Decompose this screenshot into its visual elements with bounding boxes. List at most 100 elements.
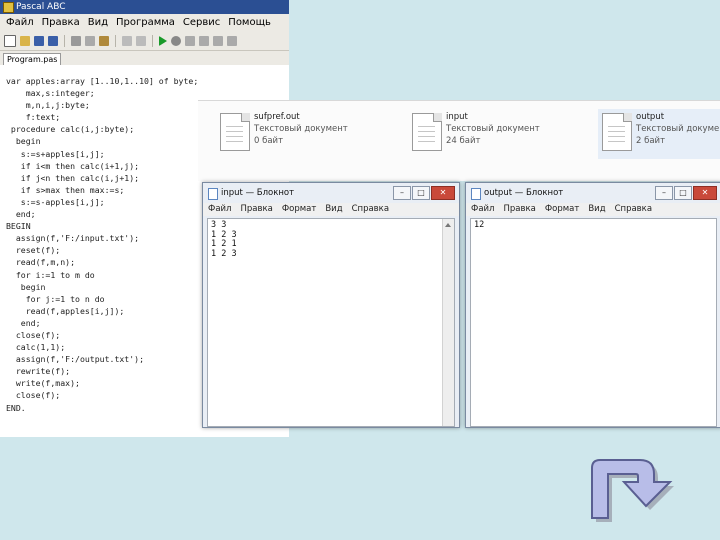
- copy-icon[interactable]: [85, 36, 95, 46]
- notepad-text-area[interactable]: 3 3 1 2 3 1 2 1 1 2 3: [207, 218, 455, 427]
- menu-help[interactable]: Справка: [615, 203, 652, 216]
- menu-edit[interactable]: Правка: [42, 14, 80, 32]
- file-type: Текстовый документ: [446, 124, 540, 134]
- maximize-button[interactable]: □: [674, 186, 692, 200]
- code-line: close(f);: [6, 390, 61, 401]
- code-line: for i:=1 to m do: [6, 269, 95, 280]
- file-size: 0 байт: [254, 136, 284, 146]
- close-button[interactable]: ✕: [693, 186, 717, 200]
- menu-help[interactable]: Справка: [352, 203, 389, 216]
- save-icon[interactable]: [34, 36, 44, 46]
- file-item-input[interactable]: input Текстовый документ 24 байт: [412, 109, 572, 159]
- code-line: read(f,m,n);: [6, 257, 76, 268]
- notepad-content: 3 3 1 2 3 1 2 1 1 2 3: [211, 220, 237, 259]
- code-line: write(f,max);: [6, 378, 80, 389]
- save-all-icon[interactable]: [48, 36, 58, 46]
- close-button[interactable]: ✕: [431, 186, 455, 200]
- menu-edit[interactable]: Правка: [240, 203, 272, 216]
- notepad-output-window: output — Блокнот – □ ✕ Файл Правка Форма…: [465, 182, 720, 428]
- run-icon[interactable]: [159, 36, 167, 46]
- notepad-input-window: input — Блокнот – □ ✕ Файл Правка Формат…: [202, 182, 460, 428]
- code-line: if j<n then calc(i,j+1);: [6, 172, 140, 183]
- code-line: calc(1,1);: [6, 342, 66, 353]
- maximize-button[interactable]: □: [412, 186, 430, 200]
- menu-program[interactable]: Программа: [116, 14, 175, 32]
- text-document-icon: [602, 113, 632, 151]
- code-line: assign(f,'F:/input.txt');: [6, 233, 140, 244]
- toolbar-separator: [64, 35, 65, 47]
- paste-icon[interactable]: [99, 36, 109, 46]
- toolbar-separator: [115, 35, 116, 47]
- notepad-text-area[interactable]: 12: [470, 218, 717, 427]
- menu-file[interactable]: Файл: [208, 203, 231, 216]
- menu-view[interactable]: Вид: [325, 203, 342, 216]
- stop-icon[interactable]: [171, 36, 181, 46]
- code-line: s:=s-apples[i,j];: [6, 196, 105, 207]
- debug-icon[interactable]: [227, 36, 237, 46]
- menu-view[interactable]: Вид: [588, 203, 605, 216]
- code-line: max,s:integer;: [6, 88, 95, 99]
- new-file-icon[interactable]: [4, 35, 16, 47]
- code-line: BEGIN: [6, 221, 31, 232]
- ide-menu-bar: Файл Правка Вид Программа Сервис Помощь: [0, 14, 289, 32]
- code-line: begin: [6, 136, 41, 147]
- minimize-button[interactable]: –: [393, 186, 411, 200]
- code-line: reset(f);: [6, 245, 61, 256]
- code-line: procedure calc(i,j:byte);: [6, 124, 135, 135]
- open-folder-icon[interactable]: [20, 36, 30, 46]
- code-line: s:=s+apples[i,j];: [6, 148, 105, 159]
- notepad-content: 12: [474, 220, 485, 230]
- return-arrow-icon[interactable]: [584, 452, 684, 524]
- notepad-icon: [471, 188, 481, 200]
- file-type: Текстовый документ: [254, 124, 348, 134]
- code-line: rewrite(f);: [6, 366, 71, 377]
- notepad-icon: [208, 188, 218, 200]
- explorer-file-list: sufpref.out Текстовый документ 0 байт in…: [198, 100, 720, 181]
- redo-icon[interactable]: [136, 36, 146, 46]
- undo-icon[interactable]: [122, 36, 132, 46]
- file-name: sufpref.out: [254, 112, 300, 122]
- toolbar-separator: [152, 35, 153, 47]
- notepad-title: input — Блокнот: [221, 188, 295, 198]
- ide-toolbar: [0, 32, 289, 51]
- cut-icon[interactable]: [71, 36, 81, 46]
- code-editor[interactable]: var apples:array [1..10,1..10] of byte; …: [0, 75, 202, 437]
- vertical-scrollbar[interactable]: [442, 219, 454, 426]
- code-line: f:text;: [6, 112, 61, 123]
- code-line: end;: [6, 317, 41, 328]
- menu-file[interactable]: Файл: [471, 203, 494, 216]
- code-line: END.: [6, 402, 26, 413]
- tab-program-pas[interactable]: Program.pas: [3, 53, 62, 65]
- file-type: Текстовый документ: [636, 124, 720, 134]
- menu-format[interactable]: Формат: [282, 203, 317, 216]
- minimize-button[interactable]: –: [655, 186, 673, 200]
- text-document-icon: [412, 113, 442, 151]
- code-line: if s>max then max:=s;: [6, 184, 125, 195]
- step-over-icon[interactable]: [199, 36, 209, 46]
- file-item-output[interactable]: output Текстовый документ 2 байт: [598, 109, 720, 159]
- notepad-title: output — Блокнот: [484, 188, 564, 198]
- menu-file[interactable]: Файл: [6, 14, 34, 32]
- notepad-menu-bar: Файл Правка Формат Вид Справка: [466, 203, 720, 216]
- ide-title: Pascal ABC: [16, 2, 66, 12]
- menu-service[interactable]: Сервис: [183, 14, 220, 32]
- code-line: assign(f,'F:/output.txt');: [6, 354, 145, 365]
- menu-help[interactable]: Помощь: [228, 14, 271, 32]
- text-document-icon: [220, 113, 250, 151]
- file-size: 24 байт: [446, 136, 481, 146]
- code-line: begin: [6, 281, 46, 292]
- ide-tab-strip: Program.pas: [0, 51, 289, 65]
- file-item-sufpref[interactable]: sufpref.out Текстовый документ 0 байт: [220, 109, 380, 159]
- menu-edit[interactable]: Правка: [503, 203, 535, 216]
- menu-format[interactable]: Формат: [545, 203, 580, 216]
- step-out-icon[interactable]: [213, 36, 223, 46]
- code-line: m,n,i,j:byte;: [6, 100, 90, 111]
- code-line: var apples:array [1..10,1..10] of byte;: [6, 76, 199, 86]
- notepad-menu-bar: Файл Правка Формат Вид Справка: [203, 203, 459, 216]
- step-into-icon[interactable]: [185, 36, 195, 46]
- notepad-title-bar[interactable]: input — Блокнот – □ ✕: [203, 183, 459, 203]
- file-name: input: [446, 112, 468, 122]
- pascal-app-icon: [3, 2, 14, 13]
- notepad-title-bar[interactable]: output — Блокнот – □ ✕: [466, 183, 720, 203]
- menu-view[interactable]: Вид: [88, 14, 108, 32]
